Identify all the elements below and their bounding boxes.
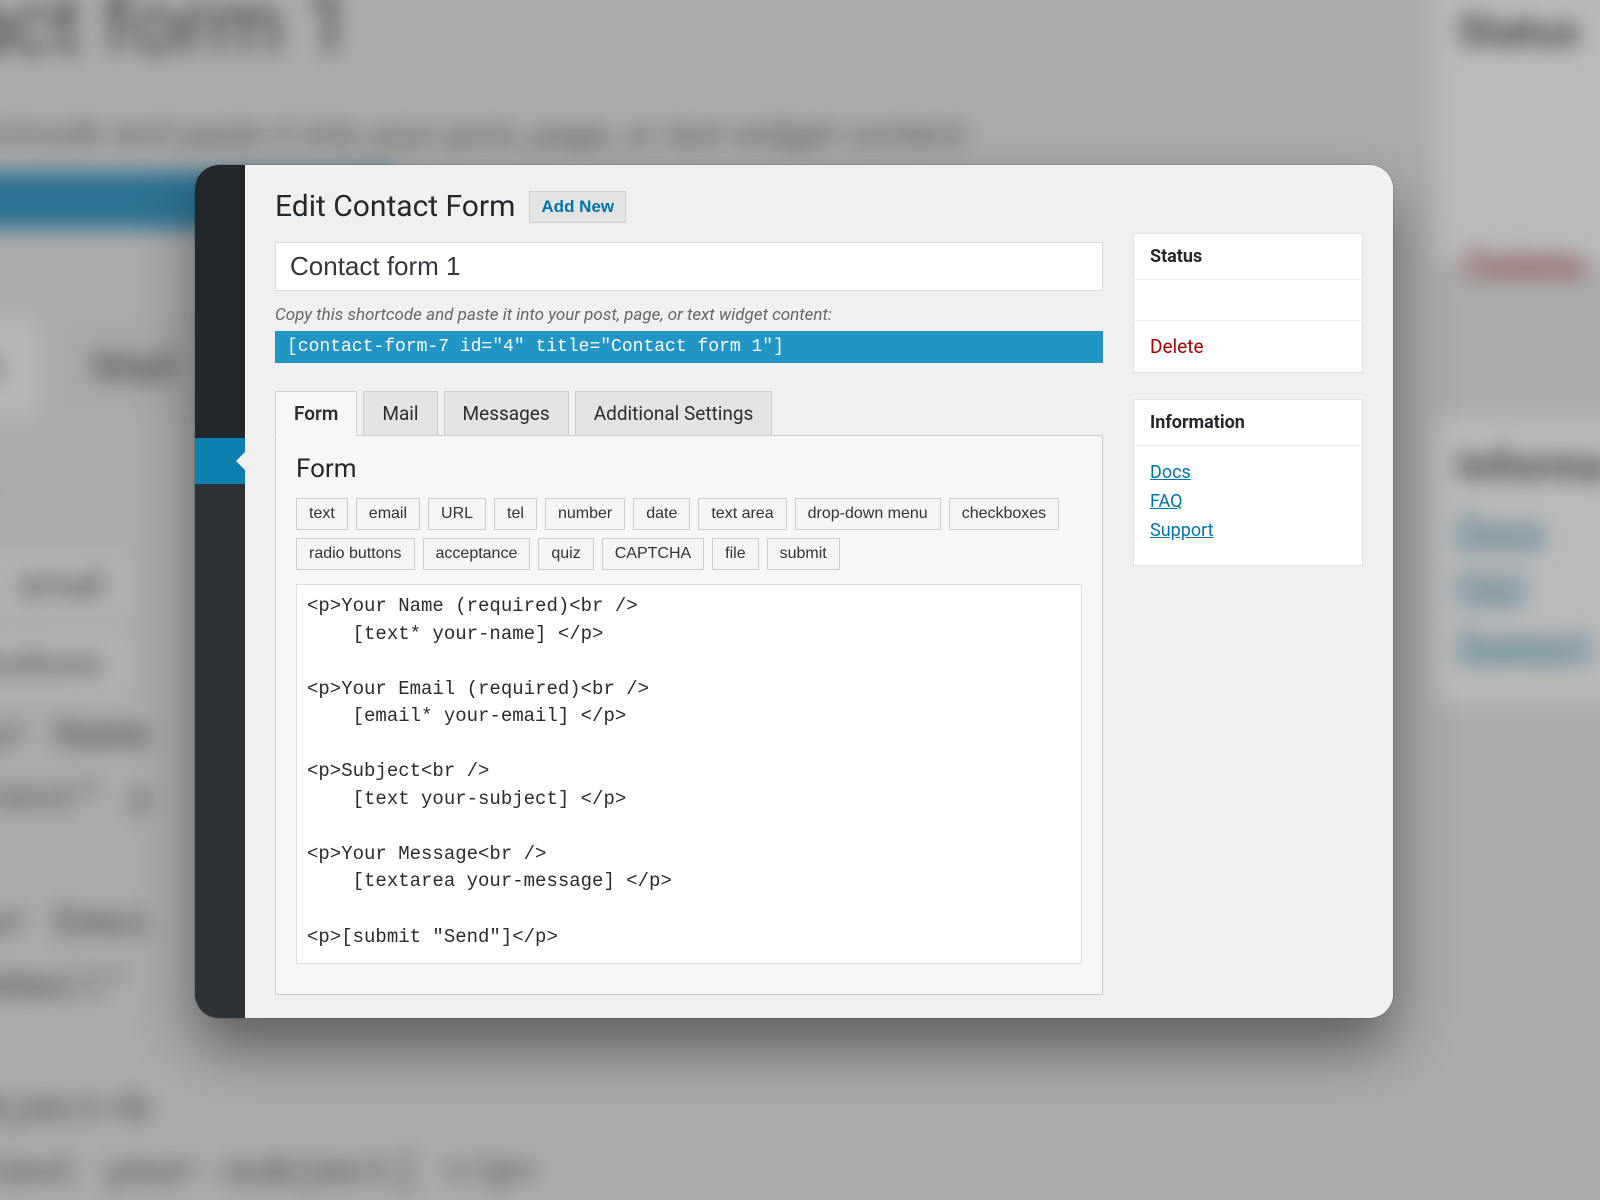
bg-shortcode-hint: is shortcode and paste it into your post… [0, 112, 972, 154]
information-box-title: Information [1134, 400, 1362, 446]
tag-btn-tel[interactable]: tel [494, 498, 537, 530]
tag-btn-date[interactable]: date [633, 498, 690, 530]
tag-btn-textarea[interactable]: text area [698, 498, 786, 530]
tag-btn-url[interactable]: URL [428, 498, 486, 530]
tab-panel-form: Form text email URL tel number date text… [275, 435, 1103, 995]
form-panel-heading: Form [296, 454, 1082, 484]
add-new-button[interactable]: Add New [529, 191, 626, 223]
tab-mail[interactable]: Mail [363, 391, 437, 435]
tag-btn-submit[interactable]: submit [767, 538, 840, 570]
tag-btn-email[interactable]: email [356, 498, 420, 530]
support-link[interactable]: Support [1150, 520, 1346, 541]
tag-btn-acceptance[interactable]: acceptance [423, 538, 531, 570]
delete-link[interactable]: Delete [1150, 335, 1204, 358]
tag-btn-text[interactable]: text [296, 498, 348, 530]
admin-menu-active-indicator [195, 438, 245, 484]
tabs: Form Mail Messages Additional Settings [275, 391, 1103, 435]
bg-title: ntact form 1 [0, 0, 352, 74]
docs-link[interactable]: Docs [1150, 462, 1346, 483]
bg-tabs: rm Mail [0, 319, 224, 415]
tag-btn-dropdown[interactable]: drop-down menu [795, 498, 941, 530]
bg-status-box: Status [1436, 0, 1600, 261]
status-box: Status Delete [1133, 233, 1363, 373]
tag-btn-checkboxes[interactable]: checkboxes [949, 498, 1060, 530]
modal-window: Edit Contact Form Add New Copy this shor… [195, 165, 1393, 1018]
status-box-body [1134, 280, 1362, 320]
information-box: Information Docs FAQ Support [1133, 399, 1363, 566]
tab-additional-settings[interactable]: Additional Settings [575, 391, 773, 435]
modal-body: Edit Contact Form Add New Copy this shor… [245, 165, 1393, 1018]
tab-messages[interactable]: Messages [444, 391, 569, 435]
tab-form[interactable]: Form [275, 391, 357, 436]
shortcode-box[interactable]: [contact-form-7 id="4" title="Contact fo… [275, 331, 1103, 363]
form-template-textarea[interactable] [296, 584, 1082, 964]
bg-tag-buttons: it email lio buttons [0, 552, 141, 709]
page-title: Edit Contact Form [275, 189, 515, 224]
form-title-input[interactable] [275, 242, 1103, 291]
tag-btn-file[interactable]: file [712, 538, 758, 570]
faq-link[interactable]: FAQ [1150, 491, 1346, 512]
admin-menu-strip [195, 165, 245, 1018]
tag-generator-buttons: text email URL tel number date text area… [296, 498, 1082, 570]
status-box-title: Status [1134, 234, 1362, 280]
tag-btn-radio[interactable]: radio buttons [296, 538, 415, 570]
page-header: Edit Contact Form Add New [275, 189, 1103, 224]
bg-info-box: Informa Docs FAQ Support [1436, 420, 1600, 701]
tag-btn-quiz[interactable]: quiz [538, 538, 593, 570]
tag-btn-captcha[interactable]: CAPTCHA [602, 538, 704, 570]
bg-delete: Delete [1465, 240, 1584, 290]
tag-btn-number[interactable]: number [545, 498, 625, 530]
shortcode-hint: Copy this shortcode and paste it into yo… [275, 305, 1103, 325]
